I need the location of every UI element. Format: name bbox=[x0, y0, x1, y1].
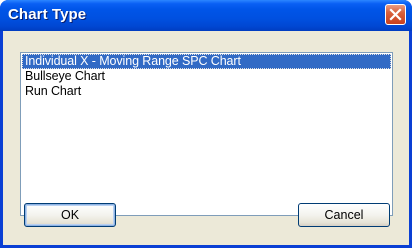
list-item-bullseye-chart[interactable]: Bullseye Chart bbox=[22, 69, 391, 84]
window-title: Chart Type bbox=[8, 6, 87, 23]
chart-type-dialog: Chart Type Individual X - Moving Range S… bbox=[0, 0, 412, 248]
chart-type-listbox[interactable]: Individual X - Moving Range SPC Chart Bu… bbox=[20, 52, 393, 216]
close-icon bbox=[389, 8, 402, 21]
list-item-individual-x-moving-range[interactable]: Individual X - Moving Range SPC Chart bbox=[22, 54, 391, 69]
cancel-button[interactable]: Cancel bbox=[298, 203, 390, 227]
title-bar[interactable]: Chart Type bbox=[0, 0, 412, 31]
dialog-body: Individual X - Moving Range SPC Chart Bu… bbox=[3, 31, 409, 245]
close-button[interactable] bbox=[385, 4, 406, 25]
list-item-run-chart[interactable]: Run Chart bbox=[22, 84, 391, 99]
ok-button[interactable]: OK bbox=[24, 203, 116, 227]
